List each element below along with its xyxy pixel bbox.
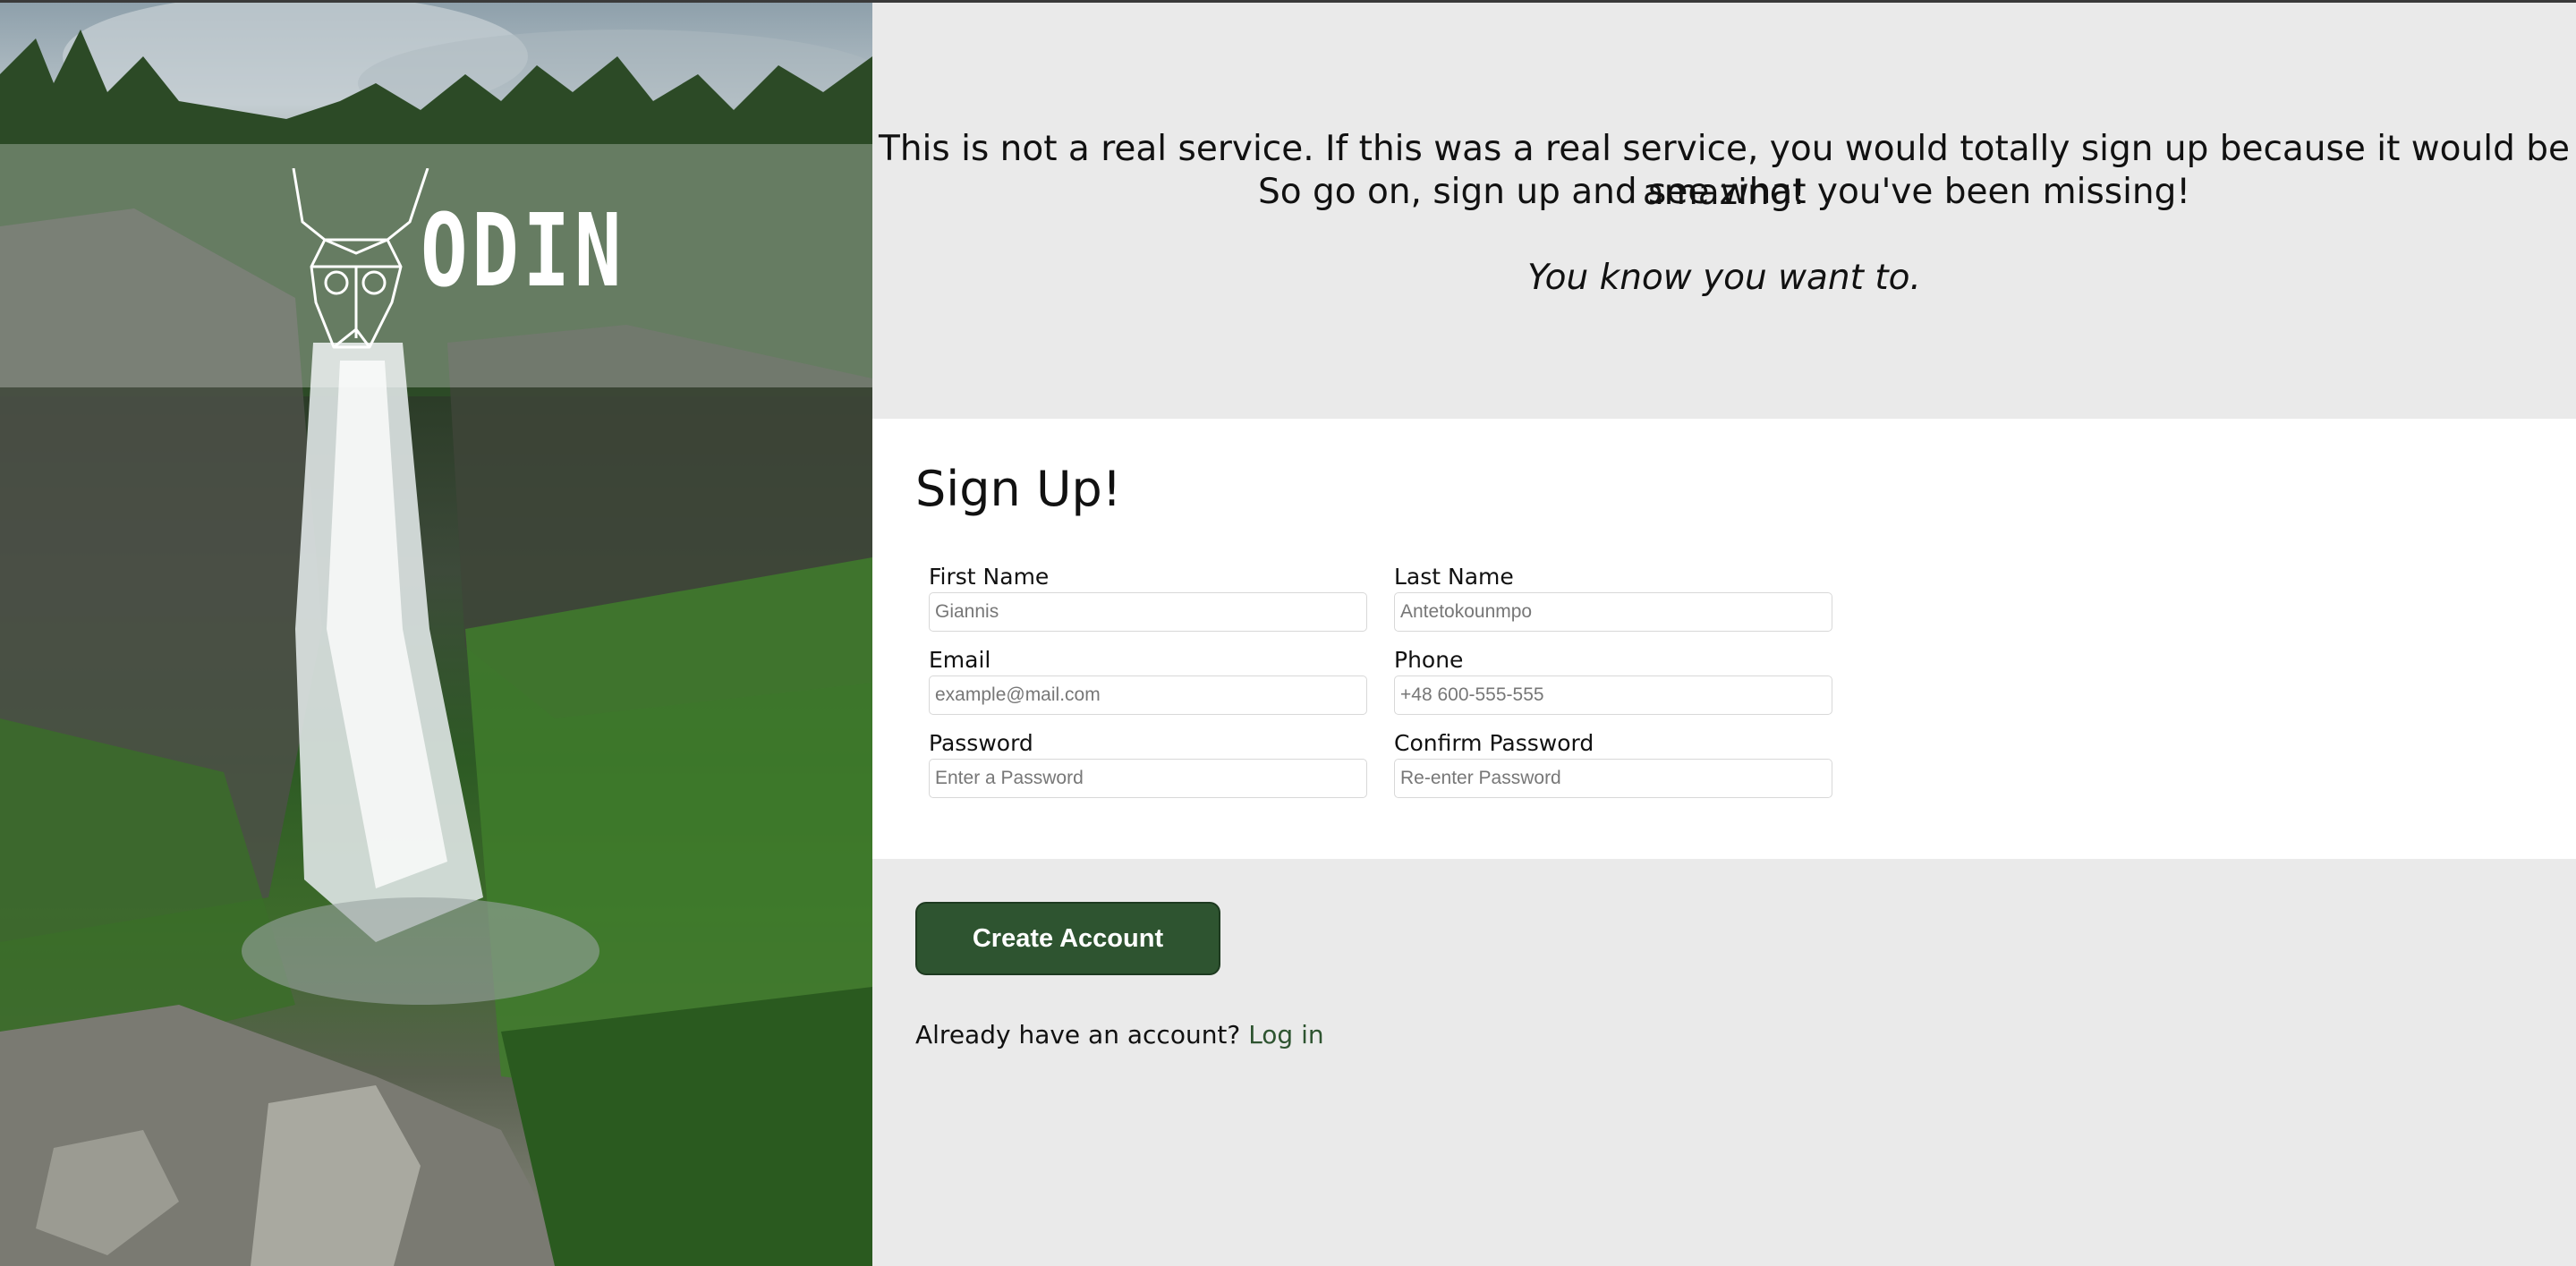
login-prompt-line: Already have an account? Log in bbox=[915, 1020, 1324, 1049]
phone-input[interactable] bbox=[1394, 675, 1832, 715]
login-prompt-text: Already have an account? bbox=[915, 1020, 1241, 1049]
form-title: Sign Up! bbox=[915, 461, 1122, 517]
first-name-group: First Name bbox=[929, 564, 1367, 632]
first-name-label: First Name bbox=[929, 564, 1050, 590]
actions-section: Create Account Already have an account? … bbox=[872, 859, 2576, 1266]
password-label: Password bbox=[929, 730, 1033, 756]
phone-group: Phone bbox=[1394, 647, 1832, 715]
last-name-input[interactable] bbox=[1394, 592, 1832, 632]
password-group: Password bbox=[929, 730, 1367, 798]
intro-section: This is not a real service. If this was … bbox=[872, 3, 2576, 419]
last-name-group: Last Name bbox=[1394, 564, 1832, 632]
password-input[interactable] bbox=[929, 759, 1367, 798]
email-label: Email bbox=[929, 647, 991, 673]
login-link[interactable]: Log in bbox=[1248, 1020, 1323, 1049]
intro-tagline: You know you want to. bbox=[1527, 258, 1921, 298]
phone-label: Phone bbox=[1394, 647, 1464, 673]
signup-form: Sign Up! First Name Last Name Email Phon… bbox=[872, 419, 2576, 859]
brand-logo-text: ODIN bbox=[421, 193, 626, 310]
confirm-password-input[interactable] bbox=[1394, 759, 1832, 798]
intro-line-2: So go on, sign up and see what you've be… bbox=[1257, 172, 2191, 212]
confirm-password-label: Confirm Password bbox=[1394, 730, 1594, 756]
first-name-input[interactable] bbox=[929, 592, 1367, 632]
hero-image: ODIN bbox=[0, 3, 872, 1266]
email-group: Email bbox=[929, 647, 1367, 715]
confirm-password-group: Confirm Password bbox=[1394, 730, 1832, 798]
create-account-button[interactable]: Create Account bbox=[915, 902, 1220, 975]
email-input[interactable] bbox=[929, 675, 1367, 715]
last-name-label: Last Name bbox=[1394, 564, 1514, 590]
